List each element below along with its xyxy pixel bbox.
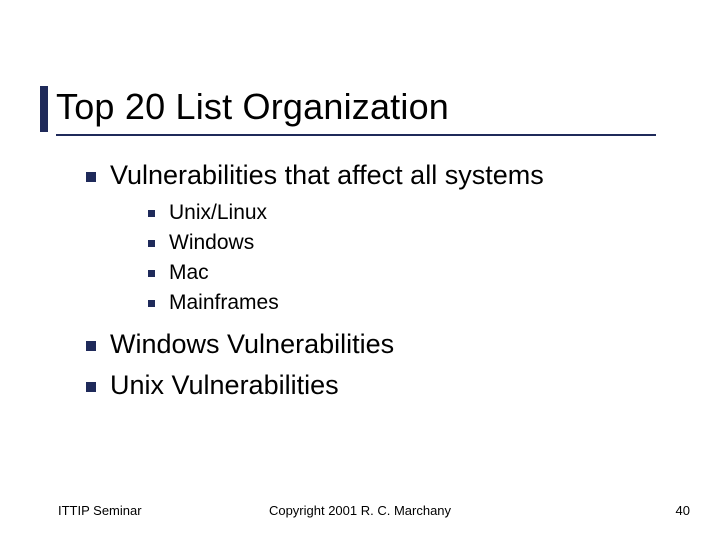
list-item: Mainframes	[148, 291, 666, 315]
bullet-square-icon	[148, 270, 155, 277]
list-item-text: Mainframes	[169, 291, 279, 315]
list-item: Windows Vulnerabilities	[86, 329, 666, 360]
footer-left: ITTIP Seminar	[58, 503, 142, 518]
list-item-text: Unix Vulnerabilities	[110, 370, 339, 401]
footer: ITTIP Seminar Copyright 2001 R. C. March…	[0, 503, 720, 518]
bullet-square-icon	[148, 210, 155, 217]
list-item: Windows	[148, 231, 666, 255]
bullet-square-icon	[148, 300, 155, 307]
bullet-square-icon	[86, 341, 96, 351]
slide-number: 40	[676, 503, 690, 518]
list-item-text: Windows Vulnerabilities	[110, 329, 394, 360]
slide-title: Top 20 List Organization	[56, 86, 666, 128]
list-item: Unix Vulnerabilities	[86, 370, 666, 401]
title-container: Top 20 List Organization	[56, 86, 666, 128]
list-item: Unix/Linux	[148, 201, 666, 225]
list-item: Vulnerabilities that affect all systems	[86, 160, 666, 191]
body-content: Vulnerabilities that affect all systems …	[86, 160, 666, 411]
sub-list: Unix/Linux Windows Mac Mainframes	[148, 201, 666, 315]
bullet-square-icon	[148, 240, 155, 247]
title-underline	[56, 134, 656, 136]
bullet-square-icon	[86, 382, 96, 392]
title-accent-bar	[40, 86, 48, 132]
list-item-text: Mac	[169, 261, 209, 285]
list-item: Mac	[148, 261, 666, 285]
list-item-text: Vulnerabilities that affect all systems	[110, 160, 544, 191]
list-item-text: Windows	[169, 231, 254, 255]
bullet-square-icon	[86, 172, 96, 182]
list-item-text: Unix/Linux	[169, 201, 267, 225]
